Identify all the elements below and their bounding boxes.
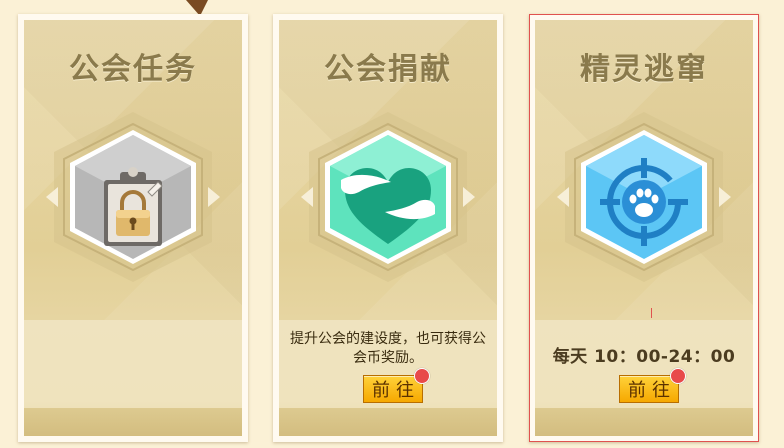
- notification-dot: [670, 368, 686, 384]
- guild-task-card[interactable]: 公会任务: [18, 14, 248, 442]
- paw-crosshair-icon: [557, 112, 731, 282]
- card-title: 公会任务: [69, 52, 197, 87]
- go-button[interactable]: 前往: [619, 368, 686, 403]
- guild-donation-card[interactable]: 公会捐献 提升公会的建设度，也可获得公会币奖励。 前往: [273, 14, 503, 442]
- card-title: 精灵逃窜: [580, 52, 708, 87]
- go-button-label: 前往: [372, 380, 420, 401]
- schedule-text: 每天 10：00-24：00: [552, 347, 736, 367]
- notification-dot: [414, 368, 430, 384]
- guild-activities-panel: 公会任务 公会捐献 提升公会的建设度，也可获得公会币奖励。 前往 精灵逃窜 每天…: [0, 0, 784, 448]
- card-title: 公会捐献: [324, 52, 452, 87]
- spirit-escape-card[interactable]: 精灵逃窜 每天 10：00-24：00 前往: [529, 14, 759, 442]
- card-description: 提升公会的建设度，也可获得公会币奖励。: [290, 331, 486, 366]
- go-button-label: 前往: [628, 380, 676, 401]
- selection-marker: [651, 308, 652, 318]
- padlock-clipboard-icon: [46, 112, 220, 282]
- heart-hands-icon: [301, 112, 475, 282]
- go-button[interactable]: 前往: [363, 368, 430, 403]
